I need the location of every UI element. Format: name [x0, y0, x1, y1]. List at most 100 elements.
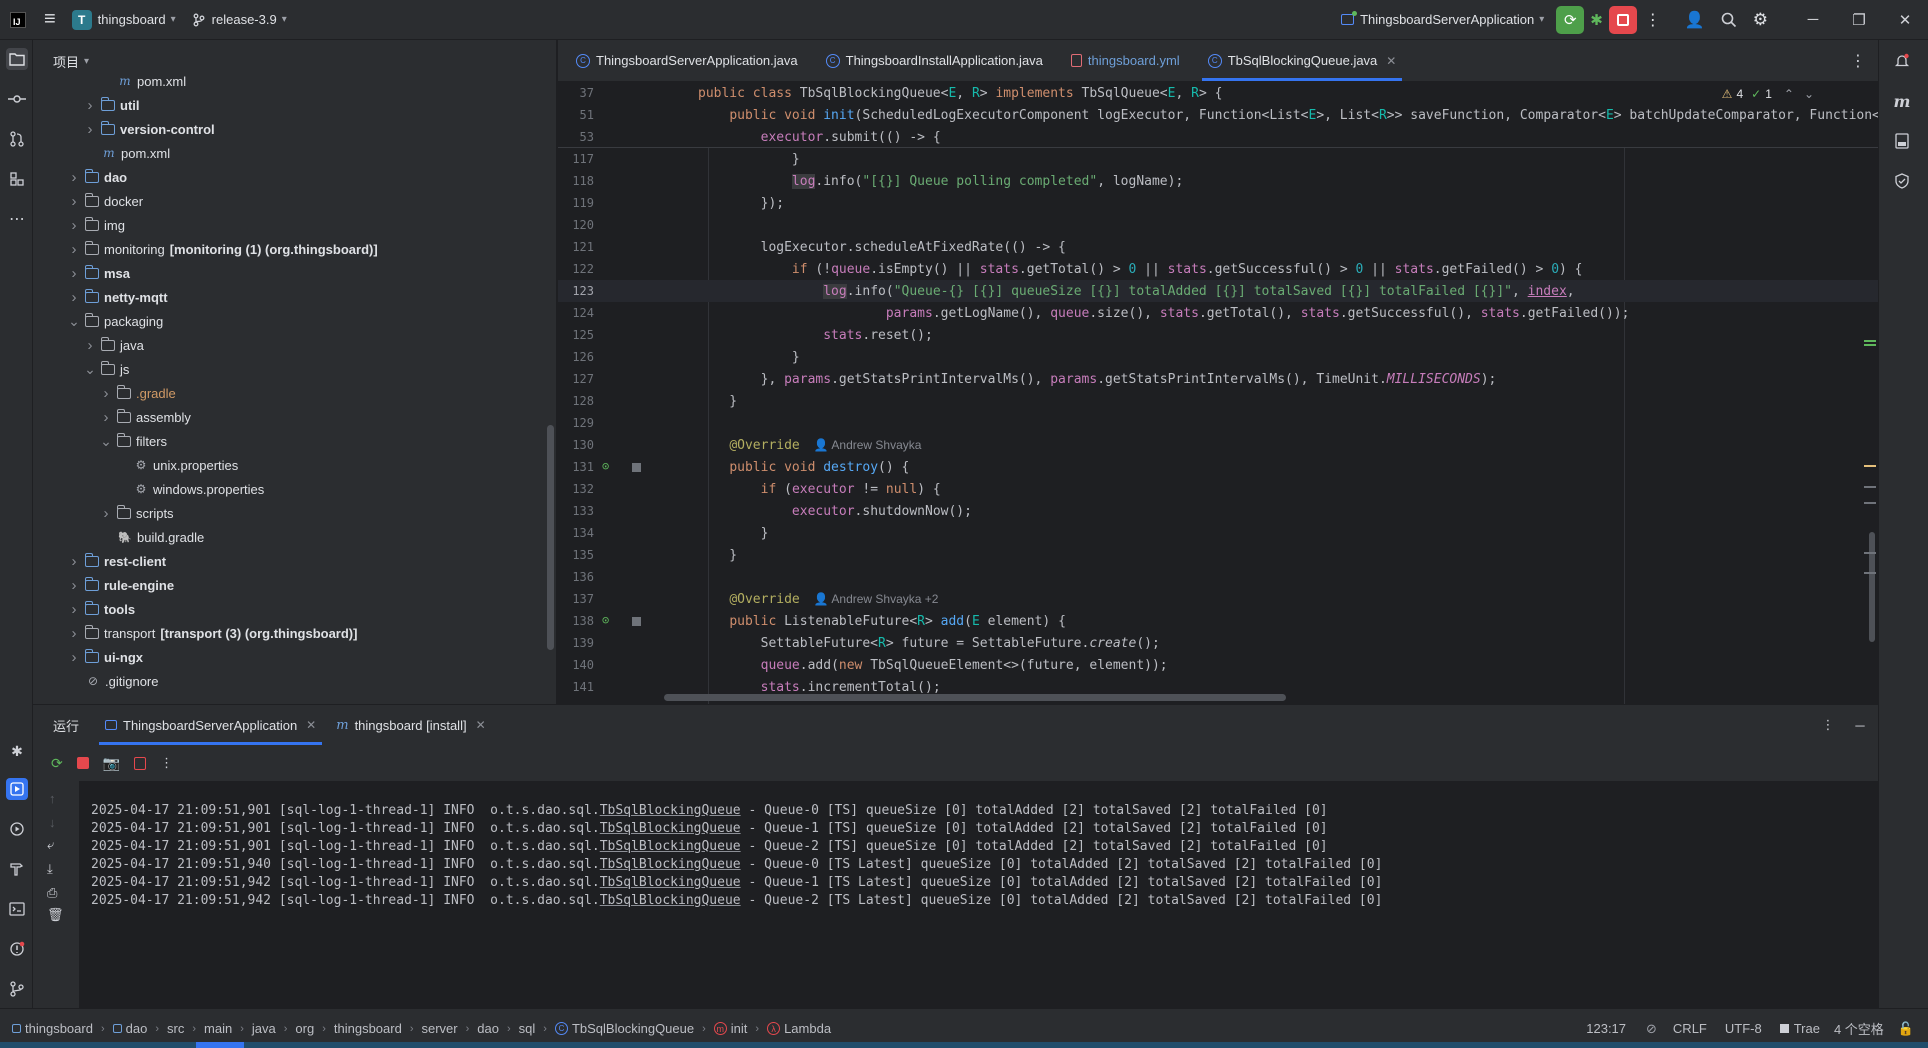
close-tab-icon[interactable]: ✕	[476, 718, 486, 732]
add-user-icon[interactable]: 👤	[1677, 6, 1713, 34]
tree-item[interactable]: › rest-client	[33, 550, 166, 572]
print-icon[interactable]: ⎙	[47, 885, 57, 901]
run-tab[interactable]: m thingsboard [install] ✕	[326, 705, 495, 745]
breadcrumb-item[interactable]: TbSqlBlockingQueue	[572, 1021, 694, 1036]
tree-item[interactable]: › util	[33, 94, 140, 116]
breadcrumb-item[interactable]: thingsboard	[334, 1021, 402, 1036]
tree-item[interactable]: › version-control	[33, 118, 215, 140]
maven-icon[interactable]: m	[1891, 90, 1913, 112]
editor-tab[interactable]: C TbSqlBlockingQueue.java ✕	[1194, 40, 1411, 81]
log-class-link[interactable]: TbSqlBlockingQueue	[600, 857, 741, 872]
breadcrumb-item[interactable]: org	[295, 1021, 314, 1036]
chevron-right-icon[interactable]: ›	[99, 505, 113, 522]
structure-icon[interactable]	[6, 168, 28, 190]
run-config-selector[interactable]: ThingsboardServerApplication ▾	[1333, 6, 1552, 34]
chevron-right-icon[interactable]: ›	[67, 241, 81, 258]
shield-icon[interactable]	[1891, 170, 1913, 192]
fold-marker-icon[interactable]	[632, 617, 641, 626]
chevron-right-icon[interactable]: ›	[83, 337, 97, 354]
breadcrumb-item[interactable]: main	[204, 1021, 232, 1036]
more-actions-icon[interactable]: ⋮	[1637, 6, 1669, 34]
chevron-down-icon[interactable]: ⌄	[83, 361, 97, 378]
arrow-up-icon[interactable]: ↑	[49, 791, 56, 806]
tree-item[interactable]: ⚙ windows.properties	[33, 478, 265, 500]
editor-scrollbar[interactable]	[1869, 532, 1875, 642]
close-tab-icon[interactable]: ✕	[1386, 54, 1396, 68]
tree-item[interactable]: ⌄ filters	[33, 430, 167, 452]
pull-requests-icon[interactable]	[6, 128, 28, 150]
breadcrumb-item[interactable]: server	[422, 1021, 458, 1036]
chevron-right-icon[interactable]: ›	[67, 265, 81, 282]
close-tab-icon[interactable]: ✕	[306, 718, 316, 732]
tree-item[interactable]: m pom.xml	[33, 70, 186, 92]
chevron-right-icon[interactable]: ›	[67, 601, 81, 618]
commit-icon[interactable]	[6, 88, 28, 110]
main-menu-icon[interactable]: ≡	[36, 6, 64, 34]
debug-button[interactable]: ✱	[1584, 6, 1609, 34]
log-class-link[interactable]: TbSqlBlockingQueue	[600, 803, 741, 818]
stop-icon[interactable]	[76, 757, 89, 769]
rerun-icon[interactable]: ⟳	[51, 755, 63, 772]
tree-item[interactable]: › monitoring [monitoring (1) (org.thingsbo…	[33, 238, 378, 260]
log-class-link[interactable]: TbSqlBlockingQueue	[600, 875, 741, 890]
minimize-icon[interactable]: ─	[1790, 0, 1836, 40]
camera-icon[interactable]: 📷	[103, 755, 120, 772]
search-icon[interactable]	[1713, 6, 1745, 34]
file-encoding[interactable]: UTF-8	[1725, 1021, 1762, 1036]
override-marker-icon[interactable]: ⊙	[602, 613, 609, 627]
author-hint[interactable]: 👤 Andrew Shvayka	[814, 438, 922, 452]
breadcrumb-item[interactable]: sql	[519, 1021, 536, 1036]
line-separator[interactable]: CRLF	[1673, 1021, 1707, 1036]
scroll-to-end-icon[interactable]: ⤓	[47, 861, 53, 877]
chevron-up-icon[interactable]: ⌃	[1784, 87, 1794, 101]
chevron-right-icon[interactable]: ›	[67, 577, 81, 594]
project-scrollbar[interactable]	[547, 425, 554, 650]
chevron-right-icon[interactable]: ›	[67, 625, 81, 642]
tree-item[interactable]: m pom.xml	[33, 142, 170, 164]
breadcrumb-item[interactable]: dao	[126, 1021, 148, 1036]
tree-item[interactable]: 🐘 build.gradle	[33, 526, 204, 548]
breadcrumb-item[interactable]: dao	[477, 1021, 499, 1036]
tree-item[interactable]: › docker	[33, 190, 143, 212]
breadcrumb-item[interactable]: thingsboard	[25, 1021, 93, 1036]
notifications-bell-icon[interactable]	[1891, 50, 1913, 72]
build-hammer-icon[interactable]	[6, 858, 28, 880]
override-marker-icon[interactable]: ⊙	[602, 459, 609, 473]
soft-wrap-icon[interactable]: ⤶	[47, 837, 54, 853]
log-class-link[interactable]: TbSqlBlockingQueue	[600, 839, 741, 854]
chevron-right-icon[interactable]: ›	[83, 121, 97, 138]
chevron-right-icon[interactable]: ›	[99, 409, 113, 426]
chevron-right-icon[interactable]: ›	[67, 289, 81, 306]
run-tab[interactable]: ThingsboardServerApplication ✕	[95, 705, 326, 745]
chevron-right-icon[interactable]: ›	[99, 385, 113, 402]
chevron-right-icon[interactable]: ›	[67, 553, 81, 570]
tree-item[interactable]: › java	[33, 334, 144, 356]
tab-options-icon[interactable]: ⋮	[1838, 40, 1878, 81]
inspection-widget[interactable]: ⚠ 4 ✓ 1 ⌃ ⌄	[1722, 87, 1814, 101]
breadcrumb-item[interactable]: Lambda	[784, 1021, 831, 1036]
project-view-icon[interactable]	[6, 48, 28, 70]
tree-item[interactable]: › rule-engine	[33, 574, 174, 596]
tree-item[interactable]: › msa	[33, 262, 130, 284]
chevron-right-icon[interactable]: ›	[83, 97, 97, 114]
trash-icon[interactable]: 🗑	[47, 907, 64, 923]
trae-widget[interactable]: Trae	[1794, 1021, 1820, 1036]
debug-tool-icon[interactable]: ✱	[6, 740, 28, 762]
editor-tab[interactable]: thingsboard.yml	[1057, 40, 1194, 81]
log-class-link[interactable]: TbSqlBlockingQueue	[600, 821, 741, 836]
chevron-down-icon[interactable]: ⌄	[1804, 87, 1814, 101]
console-output[interactable]: 2025-04-17 21:09:51,901 [sql-log-1-threa…	[79, 781, 1878, 1009]
code-editor[interactable]: 37 public class TbSqlBlockingQueue<E, R>…	[558, 82, 1878, 704]
fold-marker-icon[interactable]	[632, 463, 641, 472]
arrow-down-icon[interactable]: ↓	[49, 815, 56, 830]
tree-item[interactable]: › netty-mqtt	[33, 286, 168, 308]
run-tool-icon[interactable]	[6, 778, 28, 800]
tree-item[interactable]: › .gradle	[33, 382, 176, 404]
settings-gear-icon[interactable]: ⚙	[1745, 6, 1776, 34]
tree-item[interactable]: ⌄ js	[33, 358, 129, 380]
more-icon[interactable]: ⋮	[160, 755, 173, 771]
run-options-icon[interactable]: ⋮	[1814, 705, 1842, 745]
tree-item[interactable]: › transport [transport (3) (org.thingsboar…	[33, 622, 357, 644]
tree-item[interactable]: › assembly	[33, 406, 191, 428]
tree-item[interactable]: ⚙ unix.properties	[33, 454, 239, 476]
